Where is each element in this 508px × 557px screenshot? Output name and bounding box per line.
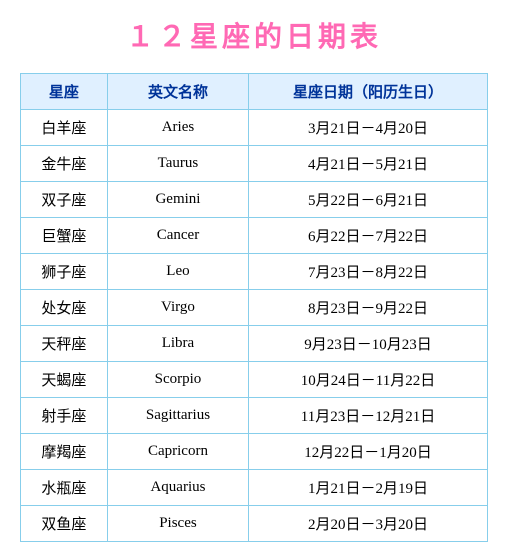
zodiac-date: 2月20日－3月20日 [249, 506, 488, 542]
zodiac-name: 金牛座 [21, 146, 108, 182]
zodiac-name: 水瓶座 [21, 470, 108, 506]
zodiac-english: Gemini [107, 182, 248, 218]
zodiac-table: 星座 英文名称 星座日期（阳历生日） 白羊座Aries3月21日－4月20日金牛… [20, 73, 488, 542]
table-row: 金牛座Taurus4月21日－5月21日 [21, 146, 488, 182]
zodiac-date: 9月23日－10月23日 [249, 326, 488, 362]
zodiac-name: 处女座 [21, 290, 108, 326]
zodiac-name: 射手座 [21, 398, 108, 434]
table-row: 双鱼座Pisces2月20日－3月20日 [21, 506, 488, 542]
table-row: 天秤座Libra9月23日－10月23日 [21, 326, 488, 362]
zodiac-date: 6月22日－7月22日 [249, 218, 488, 254]
zodiac-english: Leo [107, 254, 248, 290]
zodiac-name: 狮子座 [21, 254, 108, 290]
zodiac-name: 白羊座 [21, 110, 108, 146]
table-row: 处女座Virgo8月23日－9月22日 [21, 290, 488, 326]
zodiac-name: 双子座 [21, 182, 108, 218]
zodiac-date: 12月22日－1月20日 [249, 434, 488, 470]
zodiac-english: Scorpio [107, 362, 248, 398]
zodiac-date: 5月22日－6月21日 [249, 182, 488, 218]
zodiac-name: 摩羯座 [21, 434, 108, 470]
zodiac-date: 3月21日－4月20日 [249, 110, 488, 146]
zodiac-english: Aries [107, 110, 248, 146]
table-row: 水瓶座Aquarius1月21日－2月19日 [21, 470, 488, 506]
table-row: 双子座Gemini5月22日－6月21日 [21, 182, 488, 218]
zodiac-date: 4月21日－5月21日 [249, 146, 488, 182]
zodiac-name: 双鱼座 [21, 506, 108, 542]
zodiac-english: Pisces [107, 506, 248, 542]
table-header-row: 星座 英文名称 星座日期（阳历生日） [21, 74, 488, 110]
page-title: １２星座的日期表 [126, 15, 382, 55]
table-row: 射手座Sagittarius11月23日－12月21日 [21, 398, 488, 434]
zodiac-english: Cancer [107, 218, 248, 254]
zodiac-date: 7月23日－8月22日 [249, 254, 488, 290]
zodiac-english: Aquarius [107, 470, 248, 506]
zodiac-english: Libra [107, 326, 248, 362]
zodiac-name: 巨蟹座 [21, 218, 108, 254]
zodiac-date: 1月21日－2月19日 [249, 470, 488, 506]
zodiac-english: Virgo [107, 290, 248, 326]
table-row: 天蝎座Scorpio10月24日－11月22日 [21, 362, 488, 398]
table-row: 巨蟹座Cancer6月22日－7月22日 [21, 218, 488, 254]
table-row: 狮子座Leo7月23日－8月22日 [21, 254, 488, 290]
zodiac-date: 11月23日－12月21日 [249, 398, 488, 434]
zodiac-english: Taurus [107, 146, 248, 182]
table-row: 摩羯座Capricorn12月22日－1月20日 [21, 434, 488, 470]
table-row: 白羊座Aries3月21日－4月20日 [21, 110, 488, 146]
zodiac-date: 10月24日－11月22日 [249, 362, 488, 398]
zodiac-english: Sagittarius [107, 398, 248, 434]
zodiac-name: 天秤座 [21, 326, 108, 362]
zodiac-date: 8月23日－9月22日 [249, 290, 488, 326]
zodiac-name: 天蝎座 [21, 362, 108, 398]
header-english: 英文名称 [107, 74, 248, 110]
zodiac-english: Capricorn [107, 434, 248, 470]
header-name: 星座 [21, 74, 108, 110]
header-date: 星座日期（阳历生日） [249, 74, 488, 110]
